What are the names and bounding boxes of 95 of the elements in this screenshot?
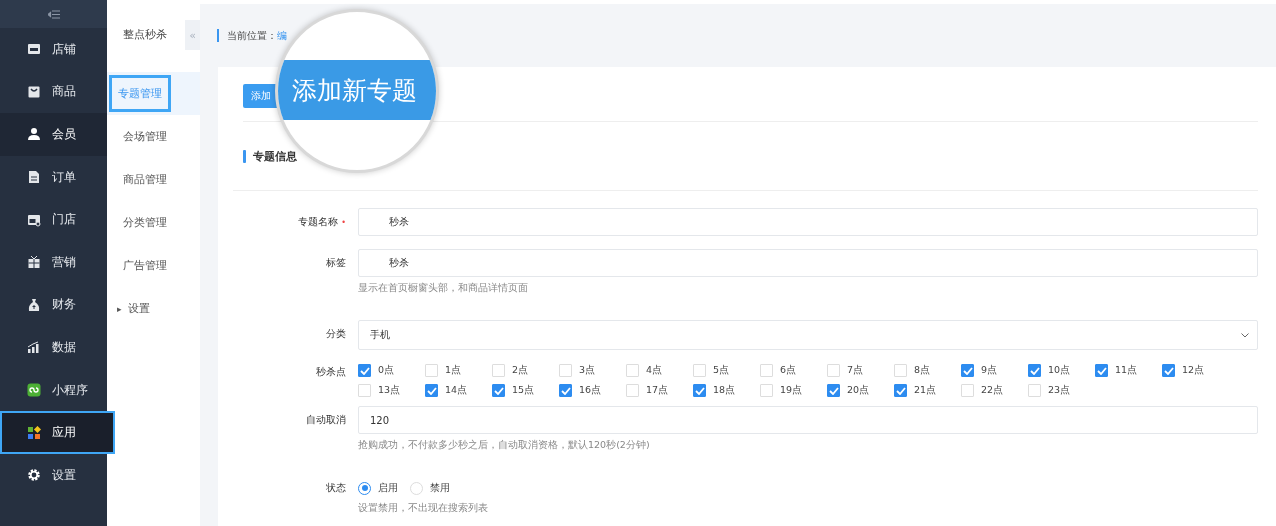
field-label: 分类	[326, 327, 346, 341]
hint-text: 设置禁用，不出现在搜索列表	[358, 502, 489, 515]
checkbox[interactable]	[559, 384, 572, 397]
sidebar-item[interactable]: 广告管理	[123, 252, 167, 279]
checkbox-label: 17点	[646, 384, 669, 397]
sidebar-item[interactable]: 门店	[0, 198, 107, 241]
field-label: 标签	[326, 256, 346, 270]
checkbox[interactable]	[1095, 364, 1108, 377]
checkbox[interactable]	[1162, 364, 1175, 377]
checkbox-label: 5点	[713, 364, 730, 377]
sidebar-title: 整点秒杀	[123, 26, 167, 42]
hint-text: 显示在首页橱窗头部，和商品详情页面	[358, 282, 529, 295]
sidebar-item[interactable]: 数据	[0, 326, 107, 369]
gift-icon	[27, 255, 41, 270]
checkbox-label: 23点	[1048, 384, 1071, 397]
sidebar-item[interactable]: 商品	[0, 70, 107, 114]
hint-text: 抢购成功，不付款多少秒之后，自动取消资格，默认120秒(2分钟)	[358, 439, 651, 452]
checkbox[interactable]	[894, 384, 907, 397]
money-bag-icon	[27, 297, 41, 312]
radio-label: 启用	[378, 481, 398, 495]
person-icon	[27, 127, 41, 142]
field-label: 专题名称	[298, 215, 339, 229]
checkbox-label: 0点	[378, 364, 395, 377]
sidebar-item-label: 营销	[52, 253, 76, 271]
shop-icon	[27, 212, 41, 227]
sidebar-item-label: 店铺	[52, 40, 76, 58]
checkbox-label: 7点	[847, 364, 864, 377]
breadcrumb-label: 当前位置：	[227, 28, 277, 43]
sidebar-item[interactable]: 财务	[0, 283, 107, 327]
sidebar-item-label: 小程序	[52, 381, 88, 399]
sidebar-item-label: 会员	[52, 126, 76, 143]
checkbox[interactable]	[693, 384, 706, 397]
sidebar-item[interactable]: 设置	[0, 453, 107, 497]
sidebar-item-label: 财务	[52, 296, 76, 314]
menu-icon[interactable]	[47, 9, 60, 19]
input-field[interactable]: 秒杀	[358, 249, 1258, 277]
sidebar-item[interactable]: 店铺	[0, 28, 107, 71]
gear-icon	[27, 468, 41, 483]
expand-arrow-icon[interactable]: ▸	[117, 303, 122, 314]
checkbox-label: 9点	[981, 364, 998, 377]
checkbox-label: 11点	[1115, 364, 1138, 377]
checkbox-label: 18点	[713, 384, 736, 397]
sidebar-item-label: 门店	[52, 211, 76, 229]
sidebar-item[interactable]: 小程序	[0, 368, 107, 412]
radio-label: 禁用	[430, 481, 450, 495]
input-field[interactable]: 秒杀	[358, 208, 1258, 236]
sidebar-item-label: 商品	[52, 83, 76, 101]
sidebar-item[interactable]: 分类管理	[123, 209, 167, 236]
sidebar-item-label: 设置	[52, 466, 76, 484]
sidebar-item[interactable]: 会场管理	[123, 123, 167, 150]
section-title: 专题信息	[253, 148, 297, 164]
checkbox-label: 8点	[914, 364, 931, 377]
checkbox-label: 2点	[512, 364, 529, 377]
checkbox-label: 1点	[445, 364, 462, 377]
sidebar-item-label: 数据	[52, 338, 76, 356]
mini-program-icon	[27, 383, 41, 398]
sidebar-item-label: 订单	[52, 168, 76, 186]
chevron-down-icon	[1241, 332, 1249, 338]
apps-icon	[27, 425, 41, 440]
checkbox[interactable]	[961, 364, 974, 377]
sidebar-item[interactable]: 订单	[0, 155, 107, 199]
checkbox-label: 21点	[914, 384, 937, 397]
sidebar-item[interactable]: 会员	[0, 113, 107, 156]
checkbox[interactable]	[1028, 364, 1041, 377]
field-label: 秒杀点	[316, 365, 346, 379]
bar-chart-icon	[27, 340, 41, 355]
dropdown[interactable]: 手机	[358, 320, 1258, 350]
checkbox-label: 3点	[579, 364, 596, 377]
store-icon	[27, 42, 41, 57]
required-mark: •	[341, 217, 346, 227]
bag-icon	[27, 84, 41, 99]
sidebar-item-label: 应用	[52, 424, 76, 442]
document-icon	[27, 170, 41, 185]
sidebar-item[interactable]: 设置	[127, 295, 150, 322]
sidebar-item[interactable]: 商品管理	[123, 166, 167, 193]
field-label: 状态	[326, 481, 346, 495]
checkbox-label: 10点	[1048, 364, 1071, 377]
checkbox-label: 22点	[981, 384, 1004, 397]
checkbox-label: 13点	[378, 384, 401, 397]
checkbox-label: 12点	[1182, 364, 1205, 377]
checkbox-label: 20点	[847, 384, 870, 397]
checkbox-label: 4点	[646, 364, 663, 377]
field-label: 自动取消	[306, 413, 346, 427]
sidebar-item[interactable]: 应用	[0, 411, 115, 454]
checkbox-label: 19点	[780, 384, 803, 397]
checkbox-label: 6点	[780, 364, 797, 377]
checkbox[interactable]	[358, 364, 371, 377]
checkbox[interactable]	[492, 384, 505, 397]
checkbox[interactable]	[827, 384, 840, 397]
input-field[interactable]: 120	[358, 406, 1258, 434]
checkbox-label: 14点	[445, 384, 468, 397]
sidebar-item[interactable]: 营销	[0, 240, 107, 284]
checkbox[interactable]	[425, 384, 438, 397]
checkbox-label: 16点	[579, 384, 602, 397]
checkbox-label: 15点	[512, 384, 535, 397]
